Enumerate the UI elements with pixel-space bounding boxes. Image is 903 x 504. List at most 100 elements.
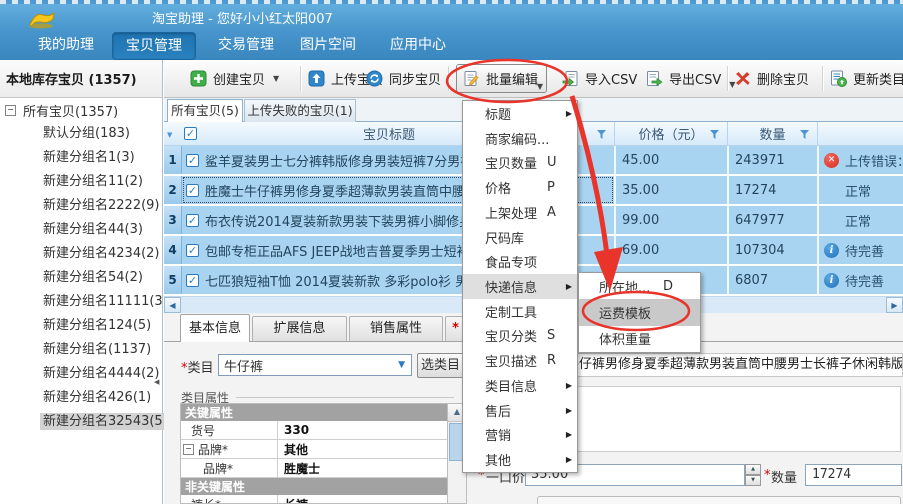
tree-group-item[interactable]: 新建分组名54(2) (0, 266, 162, 290)
attr-value[interactable]: 长裤 (278, 496, 308, 504)
batch-edit-dropdown-caret[interactable]: ▼ (537, 82, 543, 91)
row-checkbox[interactable] (186, 274, 199, 287)
menu-item-item-category[interactable]: 宝贝分类S (463, 324, 577, 349)
item-title-input[interactable]: 胜魔士牛仔裤男修身夏季超薄款男装直筒中腰男士长裤子休闲韩版潮 (522, 353, 903, 377)
submenu-arrow-icon: ▶ (566, 381, 572, 390)
import-csv-button[interactable]: 导入CSV (562, 60, 637, 97)
tab-all-items[interactable]: 所有宝贝(5) (167, 99, 243, 122)
menu-item-merchant-code[interactable]: 商家编码... (463, 126, 577, 151)
status-text: 待完善 (845, 271, 884, 290)
stepper-up-icon[interactable]: ▲ (745, 464, 761, 475)
menu-item-item-qty[interactable]: 宝贝数量U (463, 150, 577, 175)
tab-basic-info[interactable]: 基本信息 (180, 314, 250, 342)
tree-group-item[interactable]: 新建分组名124(5) (0, 314, 162, 338)
menu-tab-app-center[interactable]: 应用中心 (372, 32, 464, 58)
chevron-down-icon[interactable]: ▼ (398, 360, 411, 370)
row-number: 5 (164, 266, 182, 294)
select-all-checkbox[interactable] (184, 127, 197, 140)
menu-item-after-sale[interactable]: 售后▶ (463, 398, 577, 423)
menu-tab-trade-management[interactable]: 交易管理 (200, 32, 292, 58)
import-csv-icon (562, 70, 579, 87)
pick-category-button[interactable]: 选类目 (417, 353, 464, 378)
stepper-down-icon[interactable]: ▼ (745, 475, 761, 486)
tree-group-item[interactable]: 新建分组名4444(2) (0, 362, 162, 386)
attr-row[interactable]: 货号 330 (181, 421, 466, 440)
attr-value[interactable]: 胜魔士 (278, 460, 320, 477)
column-header-price[interactable]: 价格（元） (614, 122, 727, 145)
category-combobox[interactable]: 牛仔裤 ▼ (218, 354, 412, 376)
menu-item-listing[interactable]: 上架处理A (463, 200, 577, 225)
submenu-item-shipping-template[interactable]: 运费模板 (579, 299, 700, 325)
tree-group-item[interactable]: 新建分组名11(2) (0, 170, 162, 194)
menu-tab-my-assistant[interactable]: 我的助理 (20, 32, 112, 58)
submenu-item-location[interactable]: 所在地...D (579, 273, 700, 299)
submenu-arrow-icon: ▶ (566, 430, 572, 439)
qty-input[interactable]: 17274 (805, 464, 902, 486)
item-title: 布衣传说2014夏装新款男装下装男裤小脚修身长裤 (205, 211, 498, 230)
attr-value[interactable]: 其他 (278, 441, 308, 458)
scroll-left-button[interactable]: ◀ (164, 297, 181, 313)
filter-icon[interactable] (800, 130, 809, 139)
tree-group-item[interactable]: 新建分组名1(3) (0, 146, 162, 170)
batch-edit-button[interactable]: 批量编辑 ▼ (456, 64, 547, 93)
column-header-qty[interactable]: 数量 (727, 122, 817, 145)
status-text: 待完善 (845, 241, 884, 260)
menu-item-custom-tools[interactable]: 定制工具 (463, 299, 577, 324)
batch-edit-menu: 标题▶ 商家编码... 宝贝数量U 价格P 上架处理A 尺码库 食品专项 快递信… (462, 100, 578, 473)
sync-item-button[interactable]: 同步宝贝 (366, 60, 441, 97)
tree-root-all-items[interactable]: − 所有宝贝(1357) (0, 98, 162, 122)
item-detail-box[interactable] (522, 386, 901, 452)
delete-item-button[interactable]: 删除宝贝 (734, 60, 809, 97)
tab-sales-attrs[interactable]: 销售属性 (349, 316, 443, 341)
tree-group-item-selected[interactable]: 新建分组名32543(5) (0, 410, 162, 434)
tree-collapse-icon[interactable]: − (183, 444, 194, 455)
menu-item-price[interactable]: 价格P (463, 175, 577, 200)
toolbar-separator (822, 66, 824, 91)
tree-group-item[interactable]: 新建分组名4234(2) (0, 242, 162, 266)
menu-item-marketing[interactable]: 营销▶ (463, 423, 577, 448)
row-checkbox[interactable] (186, 184, 199, 197)
menu-tab-image-space[interactable]: 图片空间 (282, 32, 374, 58)
attr-row[interactable]: −品牌* 其他 (181, 440, 466, 459)
local-inventory-header: 本地库存宝贝 (1357) (0, 60, 163, 98)
item-qty: 6807 (727, 266, 817, 294)
menu-item-size-library[interactable]: 尺码库 (463, 225, 577, 250)
price-stepper[interactable]: ▲ ▼ (745, 464, 761, 486)
attr-value[interactable]: 330 (278, 423, 309, 437)
tree-group-item[interactable]: 新建分组名2222(9) (0, 194, 162, 218)
tree-group-item[interactable]: 新建分组名11111(3) (0, 290, 162, 314)
tab-extended-info[interactable]: 扩展信息 (252, 316, 347, 341)
filter-icon[interactable] (710, 130, 719, 139)
menu-item-other[interactable]: 其他▶ (463, 447, 577, 472)
row-checkbox[interactable] (186, 214, 199, 227)
create-item-button[interactable]: 创建宝贝 ▼ (190, 60, 279, 97)
app-logo-hat-icon (28, 10, 56, 29)
menu-item-item-description[interactable]: 宝贝描述R (463, 348, 577, 373)
tree-group-item[interactable]: 新建分组名44(3) (0, 218, 162, 242)
attr-row[interactable]: 品牌* 胜魔士 (181, 459, 466, 478)
create-dropdown-caret[interactable]: ▼ (273, 74, 279, 83)
batch-edit-icon (463, 70, 480, 87)
attr-row[interactable]: 裤长* 长裤 (181, 495, 466, 504)
scroll-right-button[interactable]: ▶ (886, 297, 903, 313)
menu-tab-item-management[interactable]: 宝贝管理 (112, 32, 196, 60)
menu-item-title[interactable]: 标题▶ (463, 101, 577, 126)
menu-item-food-special[interactable]: 食品专项 (463, 249, 577, 274)
update-category-button[interactable]: 更新类目 (830, 60, 903, 97)
export-csv-button[interactable]: 导出CSV ▼ (646, 60, 735, 97)
row-number: 1 (164, 146, 182, 174)
column-header-status[interactable] (817, 122, 903, 145)
tree-collapse-icon[interactable]: − (5, 105, 16, 116)
tree-group-item[interactable]: 新建分组名(1137) (0, 338, 162, 362)
menu-item-category-info[interactable]: 类目信息▶ (463, 373, 577, 398)
tab-failed-uploads[interactable]: 上传失败的宝贝(1) (244, 99, 356, 122)
filter-icon[interactable] (597, 130, 606, 139)
row-checkbox[interactable] (186, 154, 199, 167)
tree-group-item[interactable]: 默认分组(183) (0, 122, 162, 146)
submenu-item-volume-weight[interactable]: 体积重量 (579, 326, 700, 352)
row-checkbox[interactable] (186, 244, 199, 257)
tree-group-item[interactable]: 新建分组名426(1) (0, 386, 162, 410)
select-dropdown-icon[interactable]: ▼ (167, 131, 172, 139)
splitter-collapse-icon[interactable]: ◀ (154, 378, 159, 386)
menu-item-express-info[interactable]: 快递信息▶ (463, 274, 577, 299)
